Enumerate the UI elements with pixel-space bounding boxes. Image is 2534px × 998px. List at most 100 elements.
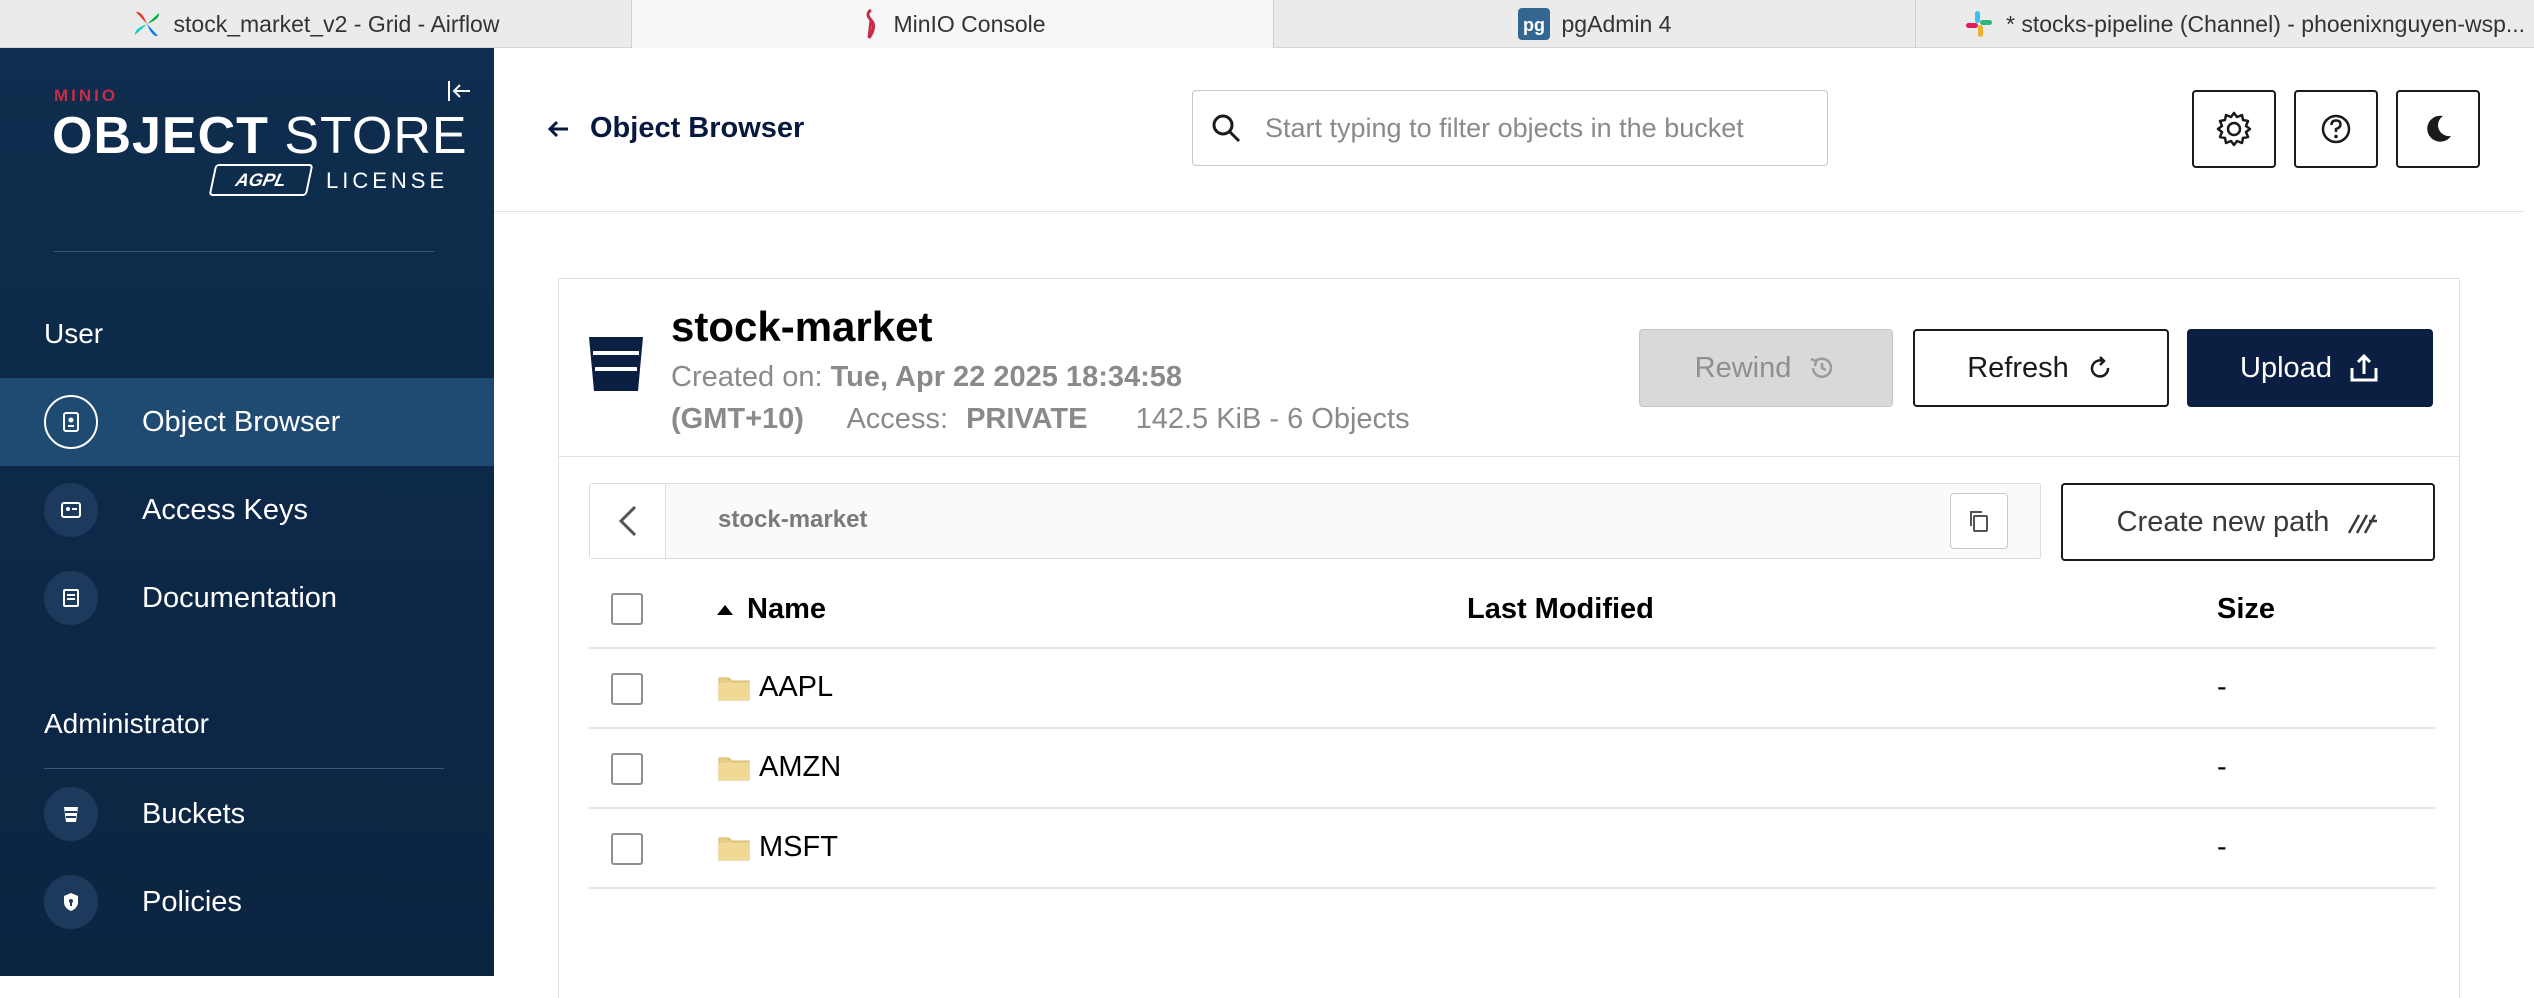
settings-button[interactable] [2192, 90, 2276, 168]
upload-label: Upload [2240, 351, 2332, 384]
column-header-last-modified[interactable]: Last Modified [1467, 593, 1654, 626]
sidebar-item-documentation[interactable]: Documentation [0, 554, 494, 642]
rewind-button[interactable]: Rewind [1639, 329, 1893, 407]
object-size: - [2217, 831, 2227, 863]
create-new-path-button[interactable]: Create new path [2061, 483, 2435, 561]
object-name: MSFT [759, 831, 838, 863]
object-name: AAPL [759, 671, 834, 703]
bucket-access-line: (GMT+10) Access: PRIVATE 142.5 KiB - 6 O… [671, 403, 1410, 436]
browser-tab-title: * stocks-pipeline (Channel) - phoenixngu… [2006, 10, 2526, 37]
path-breadcrumb-bar: stock-market [589, 483, 2041, 559]
browser-tab-title: pgAdmin 4 [1561, 10, 1672, 37]
object-size: - [2217, 751, 2227, 783]
row-checkbox[interactable] [611, 833, 643, 865]
sidebar-item-label: Documentation [142, 581, 338, 614]
object-name: AMZN [759, 751, 842, 783]
buckets-icon [44, 787, 98, 841]
table-header-row: Name Last Modified Size [589, 569, 2435, 649]
rewind-label: Rewind [1694, 351, 1792, 384]
folder-icon [718, 677, 750, 700]
column-header-name[interactable]: Name [715, 593, 826, 626]
sidebar-item-object-browser[interactable]: Object Browser [0, 378, 494, 466]
filter-objects-input[interactable] [1263, 111, 1803, 145]
agpl-badge: AGPL [208, 164, 314, 196]
create-path-label: Create new path [2116, 505, 2330, 538]
brand-logo: OBJECT STORE [52, 108, 468, 164]
sidebar-item-label: Access Keys [142, 493, 308, 526]
sidebar-item-label: Object Browser [142, 405, 341, 438]
section-divider [44, 768, 444, 769]
new-path-icon [2348, 514, 2378, 534]
folder-icon [718, 757, 750, 780]
row-checkbox[interactable] [611, 753, 643, 785]
table-row[interactable]: AAPL - [589, 649, 2435, 729]
refresh-button[interactable]: Refresh [1913, 329, 2169, 407]
object-browser-icon [44, 395, 98, 449]
section-administrator-label: Administrator [44, 708, 209, 739]
column-name-label: Name [747, 593, 826, 625]
folder-icon [718, 837, 750, 860]
access-value: PRIVATE [966, 403, 1088, 435]
bucket-usage: 142.5 KiB - 6 Objects [1135, 403, 1410, 435]
browser-tab-pgadmin[interactable]: pg pgAdmin 4 [1274, 0, 1916, 48]
column-header-size[interactable]: Size [2217, 593, 2275, 626]
object-name-cell[interactable]: AMZN [717, 751, 841, 784]
airflow-icon [134, 11, 159, 37]
brand-store-text: STORE [268, 107, 468, 165]
bucket-icon [589, 337, 643, 391]
sidebar-item-policies[interactable]: Policies [0, 858, 494, 946]
row-checkbox[interactable] [611, 673, 643, 705]
filter-search-box [1192, 90, 1828, 166]
search-icon [1212, 114, 1241, 143]
documentation-icon [44, 571, 98, 625]
moon-icon [2427, 115, 2451, 142]
policies-icon [44, 875, 98, 929]
back-to-object-browser-link[interactable]: Object Browser [546, 112, 804, 145]
browser-tab-title: stock_market_v2 - Grid - Airflow [173, 10, 500, 37]
upload-icon [2350, 353, 2378, 382]
browser-tab-airflow[interactable]: stock_market_v2 - Grid - Airflow [0, 0, 632, 48]
objects-table: Name Last Modified Size AAPL - AMZN - MS… [589, 569, 2435, 889]
sidebar: MINIO OBJECT STORE AGPL LICENSE User Obj… [0, 48, 494, 976]
table-row[interactable]: MSFT - [589, 809, 2435, 889]
dark-mode-toggle[interactable] [2396, 90, 2480, 168]
chevron-left-icon [618, 505, 636, 537]
browser-tab-bar: stock_market_v2 - Grid - Airflow MinIO C… [0, 0, 2534, 48]
svg-text:pg: pg [1523, 15, 1545, 35]
brand-license-text: LICENSE [326, 168, 449, 193]
help-icon [2321, 114, 2351, 144]
collapse-icon [448, 81, 470, 101]
browser-tab-minio[interactable]: MinIO Console [632, 0, 1274, 48]
pgadmin-icon: pg [1517, 8, 1550, 40]
object-name-cell[interactable]: AAPL [717, 671, 833, 704]
help-button[interactable] [2294, 90, 2378, 168]
back-link-label: Object Browser [590, 112, 805, 144]
brand-minio-text: MINIO [54, 86, 119, 105]
slack-icon [1966, 11, 1992, 37]
current-path[interactable]: stock-market [718, 506, 867, 534]
upload-button[interactable]: Upload [2187, 329, 2433, 407]
table-row[interactable]: AMZN - [589, 729, 2435, 809]
timezone-value: (GMT+10) [671, 403, 804, 435]
arrow-left-icon [547, 120, 568, 137]
browser-tab-slack[interactable]: * stocks-pipeline (Channel) - phoenixngu… [1916, 0, 2534, 48]
created-value: Tue, Apr 22 2025 18:34:58 [830, 361, 1183, 393]
bucket-info-header: stock-market Created on: Tue, Apr 22 202… [559, 279, 2459, 457]
brand-object-text: OBJECT [52, 107, 269, 165]
bucket-panel: stock-market Created on: Tue, Apr 22 202… [558, 278, 2460, 998]
path-back-button[interactable] [590, 484, 666, 558]
brand-divider [54, 251, 434, 252]
object-name-cell[interactable]: MSFT [717, 831, 838, 864]
copy-icon [1970, 511, 1988, 532]
browser-tab-title: MinIO Console [893, 10, 1046, 37]
collapse-sidebar-button[interactable] [444, 76, 474, 106]
sidebar-item-access-keys[interactable]: Access Keys [0, 466, 494, 554]
sidebar-item-label: Buckets [142, 797, 246, 830]
bucket-name: stock-market [671, 303, 933, 350]
sidebar-item-buckets[interactable]: Buckets [0, 770, 494, 858]
select-all-checkbox[interactable] [611, 593, 643, 625]
bucket-created-line: Created on: Tue, Apr 22 2025 18:34:58 [671, 361, 1182, 394]
copy-path-button[interactable] [1950, 493, 2008, 549]
access-keys-icon [44, 483, 98, 537]
sidebar-item-label: Policies [142, 885, 242, 918]
